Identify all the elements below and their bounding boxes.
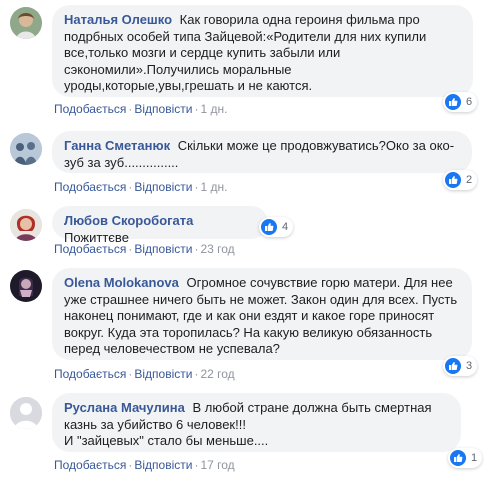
avatar[interactable] xyxy=(10,270,42,302)
reaction-count[interactable]: 6 xyxy=(443,92,478,112)
comment-bubble: Любов Скоробогата Пожиттєве xyxy=(52,206,268,245)
comment-actions: Подобається · Відповісти · 17 год xyxy=(54,458,235,472)
comment-bubble: Olena Molokanova Огромное сочувствие гор… xyxy=(52,268,472,360)
like-button[interactable]: Подобається xyxy=(54,458,126,472)
reaction-count[interactable]: 4 xyxy=(259,217,294,237)
comment-author[interactable]: Наталья Олешко xyxy=(64,12,172,27)
reply-button[interactable]: Відповісти xyxy=(134,180,192,194)
comment-time[interactable]: 17 год xyxy=(200,458,234,472)
like-icon xyxy=(445,358,461,374)
like-button[interactable]: Подобається xyxy=(54,242,126,256)
reaction-count[interactable]: 2 xyxy=(443,170,478,190)
like-button[interactable]: Подобається xyxy=(54,102,126,116)
reaction-number: 6 xyxy=(466,96,473,108)
comment-actions: Подобається · Відповісти · 1 дн. xyxy=(54,180,228,194)
comment-author[interactable]: Olena Molokanova xyxy=(64,275,179,290)
like-icon xyxy=(261,219,277,235)
comment-time[interactable]: 1 дн. xyxy=(200,180,227,194)
reaction-count[interactable]: 1 xyxy=(448,448,483,468)
comment-bubble: Наталья Олешко Как говорила одна героиня… xyxy=(52,5,473,97)
reaction-count[interactable]: 3 xyxy=(443,356,478,376)
avatar[interactable] xyxy=(10,209,42,241)
avatar[interactable] xyxy=(10,397,42,429)
reaction-number: 3 xyxy=(466,360,473,372)
avatar[interactable] xyxy=(10,7,42,39)
avatar[interactable] xyxy=(10,133,42,165)
comment-bubble: Руслана Мачулина В любой стране должна б… xyxy=(52,393,461,452)
comment-time[interactable]: 23 год xyxy=(200,242,234,256)
reaction-number: 2 xyxy=(466,174,473,186)
comment-actions: Подобається · Відповісти · 22 год xyxy=(54,367,235,381)
comment-author[interactable]: Ганна Сметанюк xyxy=(64,138,170,153)
comment-author[interactable]: Руслана Мачулина xyxy=(64,400,185,415)
comment-bubble: Ганна Сметанюк Скільки може це продовжув… xyxy=(52,131,472,173)
reply-button[interactable]: Відповісти xyxy=(134,242,192,256)
reaction-number: 4 xyxy=(282,221,289,233)
like-icon xyxy=(450,450,466,466)
reply-button[interactable]: Відповісти xyxy=(134,367,192,381)
comment-time[interactable]: 22 год xyxy=(200,367,234,381)
comment-actions: Подобається · Відповісти · 23 год xyxy=(54,242,235,256)
reaction-number: 1 xyxy=(471,452,478,464)
reply-button[interactable]: Відповісти xyxy=(134,102,192,116)
like-button[interactable]: Подобається xyxy=(54,367,126,381)
comment-time[interactable]: 1 дн. xyxy=(200,102,227,116)
like-icon xyxy=(445,172,461,188)
reply-button[interactable]: Відповісти xyxy=(134,458,192,472)
comment-author[interactable]: Любов Скоробогата xyxy=(64,213,193,228)
like-button[interactable]: Подобається xyxy=(54,180,126,194)
comment-actions: Подобається · Відповісти · 1 дн. xyxy=(54,102,228,116)
like-icon xyxy=(445,94,461,110)
